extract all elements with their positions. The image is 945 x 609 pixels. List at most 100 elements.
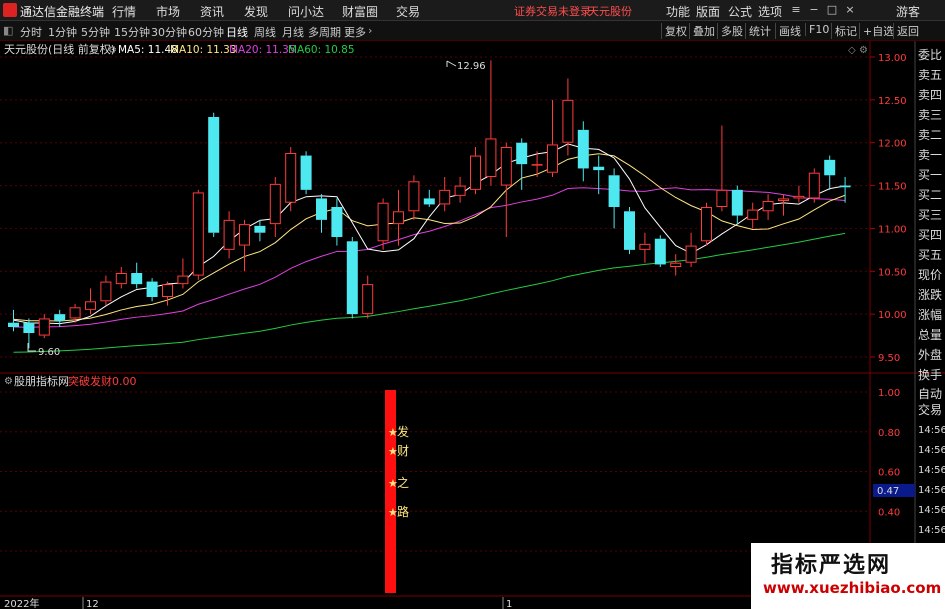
tab-daily[interactable]: 日线 [226, 24, 248, 40]
menu-gongshi[interactable]: 公式 [728, 3, 752, 20]
ma20-label: MA20: 11.35 [229, 44, 296, 56]
menu-zixun[interactable]: 资讯 [200, 3, 224, 20]
indicator-legend: ⚙ 股朋指标网 突破发财 0.00 [4, 374, 137, 388]
candle [208, 112, 220, 237]
menu-shichang[interactable]: 市场 [156, 3, 180, 20]
minimize-icon[interactable]: − [806, 3, 822, 17]
price-tick-label: 13.00 [878, 53, 907, 64]
candle [362, 275, 374, 319]
candle [500, 142, 512, 237]
candle [239, 219, 250, 272]
watermark-title: 指标严选网 [771, 553, 892, 578]
tab-multi-period[interactable]: 多周期 [308, 24, 341, 40]
tool-fuquan[interactable]: 复权 [661, 23, 687, 39]
side-time-4: 14:56 [918, 485, 945, 496]
candle [562, 78, 574, 156]
tab-30min[interactable]: 30分钟 [151, 24, 187, 40]
ma5-label: MA5: 11.48 [118, 44, 178, 56]
signal-bar-rect [385, 390, 396, 593]
svg-text:12.96: 12.96 [457, 61, 486, 72]
candle [639, 232, 651, 263]
menu-wenxiaoda[interactable]: 问小达 [288, 3, 324, 20]
signal-char-zhi: 之 [397, 476, 409, 490]
ma60-label: MA60: 10.85 [288, 44, 355, 56]
price-tick-label: 11.50 [878, 182, 907, 193]
tab-fenshi[interactable]: 分时 [20, 24, 42, 40]
candle [654, 235, 666, 267]
candle [316, 194, 327, 233]
maximize-icon[interactable]: □ [824, 3, 840, 17]
candle [223, 211, 235, 259]
candle [131, 262, 143, 289]
settings-icon: ⚙ [859, 45, 868, 56]
menu-icon[interactable]: ≡ [788, 3, 804, 17]
user-label[interactable]: 游客 [896, 3, 920, 20]
indicator-name: 突破发财 [68, 374, 112, 388]
low-marker: 9.60 [27, 343, 60, 358]
tool-biaoji[interactable]: 标记 [831, 23, 857, 39]
candle [23, 318, 35, 349]
candle [608, 168, 620, 229]
candle [346, 237, 358, 319]
svg-text:0.47: 0.47 [877, 486, 899, 497]
price-tick-label: 12.00 [878, 139, 907, 150]
candle [177, 258, 189, 289]
side-trade[interactable]: 交易 [918, 402, 945, 418]
watermark-url: www.xuezhibiao.com [763, 579, 942, 597]
side-time-6: 14:56 [918, 525, 945, 536]
tab-monthly[interactable]: 月线 [282, 24, 304, 40]
menu-banmian[interactable]: 版面 [696, 3, 720, 20]
side-time-2: 14:56 [918, 445, 945, 456]
tab-weekly[interactable]: 周线 [254, 24, 276, 40]
chevron-right-icon[interactable]: › [368, 24, 372, 37]
tool-add-favorite[interactable]: +自选 [859, 23, 894, 39]
indicator-value: 0.00 [112, 375, 137, 388]
tool-duogu[interactable]: 多股 [717, 23, 743, 39]
candlestick-series [8, 60, 851, 349]
candle [778, 194, 789, 216]
tab-15min[interactable]: 15分钟 [114, 24, 150, 40]
trade-login-status[interactable]: 证券交易未登录 [514, 3, 591, 19]
date-axis: 2022年 12 1 [0, 597, 870, 609]
ma10-label: MA10: 11.33 [170, 44, 237, 56]
date-label-year: 2022年 [4, 597, 39, 609]
tab-5min[interactable]: 5分钟 [81, 24, 110, 40]
price-tick-label: 12.50 [878, 96, 907, 107]
candle [808, 168, 820, 203]
tab-more[interactable]: 更多 [344, 24, 366, 40]
side-time-1: 14:56 [918, 425, 945, 436]
indicator-axis: 1.000.800.600.400.20 [878, 388, 900, 558]
menu-jiaoyi[interactable]: 交易 [396, 3, 420, 20]
tab-1min[interactable]: 1分钟 [48, 24, 77, 40]
candle [54, 309, 66, 327]
menu-faxian[interactable]: 发现 [244, 3, 268, 20]
indicator-title: 股朋指标网 [14, 374, 69, 388]
close-icon[interactable]: × [842, 3, 858, 17]
candle [731, 185, 743, 225]
candle [146, 278, 158, 302]
candle [577, 121, 589, 182]
chart-canvas[interactable]: 13.0012.5012.0011.5011.0010.5010.009.50 … [0, 41, 945, 609]
tool-f10[interactable]: F10 [805, 23, 829, 36]
price-tick-label: 9.50 [878, 353, 900, 364]
tab-60min[interactable]: 60分钟 [188, 24, 224, 40]
signal-char-cai: 财 [397, 444, 409, 458]
candle [192, 189, 204, 280]
menu-caifuquan[interactable]: 财富圈 [342, 3, 378, 20]
candle [547, 99, 558, 177]
price-axis: 13.00 12.50 12.00 11.50 11.00 10.50 10.00 9.50 [870, 53, 907, 364]
side-auto[interactable]: 自动 [918, 386, 945, 402]
tool-back[interactable]: 返回 [893, 23, 919, 39]
current-stock-name: 天元股份 [588, 5, 632, 18]
tool-diejia[interactable]: 叠加 [689, 23, 715, 39]
menu-xuanxiang[interactable]: 选项 [758, 3, 782, 20]
menu-bar: 通达信金融终端 行情 市场 资讯 发现 问小达 财富圈 交易 证券交易未登录 天… [0, 0, 945, 21]
date-label-jan: 1 [506, 599, 512, 609]
candle [439, 177, 451, 212]
menu-hangqing[interactable]: 行情 [112, 3, 136, 20]
tool-tongji[interactable]: 统计 [745, 23, 771, 39]
app-logo-icon [3, 3, 17, 17]
tool-huaxian[interactable]: 画线 [775, 23, 801, 39]
menu-gongneng[interactable]: 功能 [666, 3, 690, 20]
tab-settings-icon[interactable]: ◧ [3, 24, 13, 37]
